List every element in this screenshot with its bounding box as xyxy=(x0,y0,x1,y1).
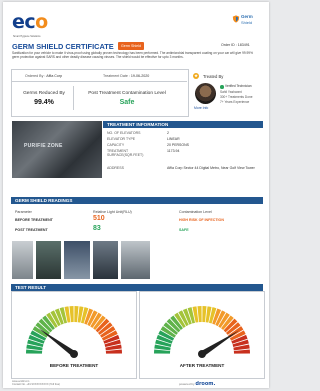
ordered-by: Ordered By : Affia Corp xyxy=(25,74,63,78)
gauge-segment xyxy=(233,349,250,354)
gauge-segment xyxy=(74,306,79,323)
logo-tagline: Smart Hygiene Solutions xyxy=(13,35,41,38)
gauge-segment xyxy=(105,349,122,354)
before-rlu: 510 xyxy=(93,215,105,222)
verified-label: Verified Technician xyxy=(225,84,252,88)
col-parameter: Parameter xyxy=(15,210,32,214)
test-photo xyxy=(93,241,118,279)
germs-reduced-label: Germs Reduced By xyxy=(23,91,65,96)
gauge-segment xyxy=(26,349,43,354)
col-level: Contamination Level xyxy=(179,210,212,214)
order-id: Order ID : 183491 xyxy=(221,43,250,47)
more-info-link[interactable]: More Info xyxy=(194,106,208,110)
col-rlu: Relative Light Unit(RLU) xyxy=(93,210,132,214)
gauge-after: AFTER TREATMENT xyxy=(139,291,265,379)
test-photo xyxy=(12,241,33,279)
after-label: POST TREATMENT xyxy=(15,228,48,232)
verified-check-icon xyxy=(220,85,224,89)
test-photo xyxy=(64,241,90,279)
certificate-intro: Sanitization for your vehicle to make it… xyxy=(12,51,253,59)
treatment-date: Treatment Date : 19-06-2020 xyxy=(103,74,150,78)
treatment-info-heading: TREATMENT INFORMATION xyxy=(103,121,263,128)
germ-shield-logo: Germ Shield xyxy=(232,14,262,28)
readings-heading: GERM SHIELD READINGS xyxy=(11,197,263,204)
summary-divider xyxy=(11,81,187,82)
star-icon: ★ xyxy=(193,73,199,79)
info-row: TREATMENT SURFACE(SQR.FEET) 1173.94 xyxy=(107,149,180,157)
after-gauge-caption: AFTER TREATMENT xyxy=(179,363,225,368)
gauge-segment xyxy=(202,306,207,323)
gauge-segment xyxy=(197,306,202,323)
gauge-segment xyxy=(154,349,171,354)
after-level: SAFE xyxy=(179,228,189,232)
certificate-badge: Germ Shield xyxy=(118,42,144,50)
summary-vdivider xyxy=(73,86,74,110)
contamination-label: Post Treatment Contamination Level xyxy=(88,91,166,96)
treated-by-label: Treated By xyxy=(203,74,224,79)
shield-icon xyxy=(232,15,240,23)
before-level: HIGH RISK OF INFECTION xyxy=(179,218,224,222)
test-photo xyxy=(121,241,150,279)
gauge-segment xyxy=(69,306,74,323)
gauge-hub xyxy=(70,350,78,358)
contamination-value: Safe xyxy=(119,99,135,106)
eco-logo: eco xyxy=(12,11,48,33)
before-label: BEFORE TREATMENT xyxy=(15,218,53,222)
technician-avatar xyxy=(195,83,216,104)
technician-experience: 7+ Years Experience xyxy=(220,100,250,104)
photo-caption: PURIFIE ZONE xyxy=(24,143,63,149)
elevator-photo: PURIFIE ZONE xyxy=(12,121,102,178)
technician-treatments: 300+ Treatments Done xyxy=(220,95,253,99)
footer-powered-by: powered by droom. xyxy=(179,381,216,387)
after-rlu: 83 xyxy=(93,225,101,232)
test-photo xyxy=(36,241,61,279)
gauge-needle xyxy=(200,330,240,357)
test-result-heading: TEST RESULT xyxy=(11,284,263,291)
gauge-hub xyxy=(198,350,206,358)
before-gauge-caption: BEFORE TREATMENT xyxy=(49,363,99,368)
certificate-page: eco Smart Hygiene Solutions Germ Shield … xyxy=(3,2,269,388)
gauge-before: BEFORE TREATMENT xyxy=(11,291,137,379)
certificate-title: GERM SHIELD CERTIFICATE xyxy=(12,42,114,51)
germs-reduced-value: 99.4% xyxy=(34,99,54,106)
footer-contact: www.ecofirst.in Contact No. +91 9XXXXXXX… xyxy=(12,380,61,387)
technician-name: Sahil Yashwant xyxy=(220,90,242,94)
